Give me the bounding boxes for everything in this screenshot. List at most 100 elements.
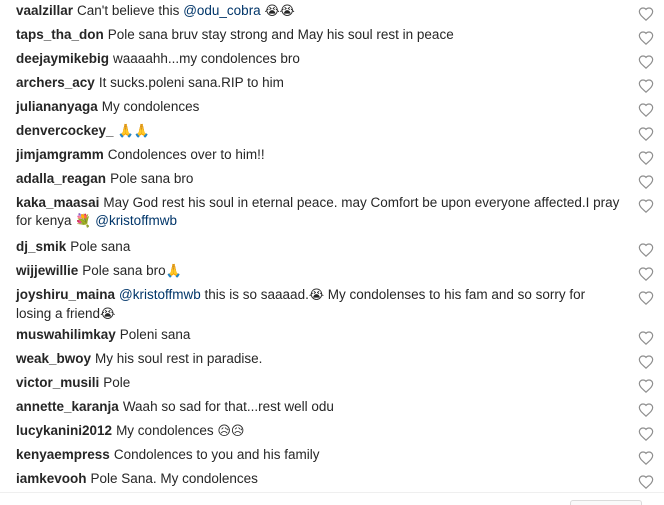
heart-outline-icon[interactable] bbox=[638, 30, 654, 46]
comment-text: denvercockey_ 🙏🙏 bbox=[16, 122, 624, 141]
comment-emoji: 😭 bbox=[100, 307, 116, 322]
comment-row: vaalzillar Can't believe this @odu_cobra … bbox=[0, 2, 664, 21]
comment-username[interactable]: deejaymikebig bbox=[16, 51, 109, 66]
comment-body: Can't believe this bbox=[77, 3, 184, 18]
heart-outline-icon[interactable] bbox=[638, 474, 654, 490]
heart-outline-icon[interactable] bbox=[638, 198, 654, 214]
post-button[interactable] bbox=[570, 500, 642, 505]
comment-mention[interactable]: @kristoffmwb bbox=[119, 287, 201, 302]
comment-body: Poleni sana bbox=[119, 327, 191, 342]
comment-body: My his soul rest in paradise. bbox=[95, 351, 263, 366]
comment-body: My condolences bbox=[116, 423, 218, 438]
heart-outline-icon[interactable] bbox=[638, 290, 654, 306]
comment-body: Pole Sana. My condolences bbox=[90, 471, 258, 486]
comment-emoji: 🙏🙏 bbox=[117, 124, 150, 139]
comment-username[interactable]: taps_tha_don bbox=[16, 27, 104, 42]
comment-mention[interactable]: @odu_cobra bbox=[183, 3, 261, 18]
heart-outline-icon[interactable] bbox=[638, 330, 654, 346]
comment-body: It sucks.poleni sana.RIP to him bbox=[98, 75, 284, 90]
comment-text: iamkevooh Pole Sana. My condolences bbox=[16, 470, 624, 488]
comment-row: jimjamgramm Condolences over to him!! bbox=[0, 146, 664, 166]
comment-emoji: 😭 bbox=[308, 288, 325, 303]
comment-body: Pole sana bbox=[70, 239, 131, 254]
comment-text: adalla_reagan Pole sana bro bbox=[16, 170, 624, 188]
comment-username[interactable]: kenyaempress bbox=[16, 447, 110, 462]
comment-username[interactable]: archers_acy bbox=[16, 75, 95, 90]
comment-body: Pole sana bro bbox=[82, 263, 166, 278]
comment-username[interactable]: dj_smik bbox=[16, 239, 66, 254]
comment-text: weak_bwoy My his soul rest in paradise. bbox=[16, 350, 624, 368]
heart-outline-icon[interactable] bbox=[638, 402, 654, 418]
comment-text: kenyaempress Condolences to you and his f… bbox=[16, 446, 624, 464]
comment-row: deejaymikebig waaaahh...my condolences br… bbox=[0, 50, 664, 70]
comment-row: kenyaempress Condolences to you and his f… bbox=[0, 446, 664, 466]
comment-username[interactable]: weak_bwoy bbox=[16, 351, 91, 366]
comment-row: juliananyaga My condolences bbox=[0, 98, 664, 118]
comment-username[interactable]: jimjamgramm bbox=[16, 147, 104, 162]
comment-row: joyshiru_maina @kristoffmwb this is so sa… bbox=[0, 286, 664, 324]
comment-username[interactable]: wijjewillie bbox=[16, 263, 78, 278]
comment-body: Waah so sad for that...rest well odu bbox=[122, 399, 334, 414]
heart-outline-icon[interactable] bbox=[638, 266, 654, 282]
comment-username[interactable]: kaka_maasai bbox=[16, 195, 99, 210]
divider bbox=[0, 492, 664, 493]
comment-row: taps_tha_don Pole sana bruv stay strong a… bbox=[0, 26, 664, 46]
comment-text: deejaymikebig waaaahh...my condolences br… bbox=[16, 50, 624, 68]
comment-text: vaalzillar Can't believe this @odu_cobra … bbox=[16, 2, 624, 21]
heart-outline-icon[interactable] bbox=[638, 378, 654, 394]
comment-text: dj_smik Pole sana bbox=[16, 238, 624, 256]
comment-mention[interactable]: @kristoffmwb bbox=[95, 213, 177, 228]
comment-text: archers_acy It sucks.poleni sana.RIP to h… bbox=[16, 74, 624, 92]
comment-body: Pole sana bro bbox=[110, 171, 194, 186]
heart-outline-icon[interactable] bbox=[638, 174, 654, 190]
heart-outline-icon[interactable] bbox=[638, 78, 654, 94]
heart-outline-icon[interactable] bbox=[638, 102, 654, 118]
comment-emoji: 💐 bbox=[75, 214, 92, 229]
heart-outline-icon[interactable] bbox=[638, 6, 654, 22]
comment-username[interactable]: lucykanini2012 bbox=[16, 423, 112, 438]
comment-text: juliananyaga My condolences bbox=[16, 98, 624, 116]
comment-body: Pole sana bruv stay strong and May his s… bbox=[107, 27, 454, 42]
comment-username[interactable]: muswahilimkay bbox=[16, 327, 116, 342]
comment-body: waaaahh...my condolences bro bbox=[113, 51, 300, 66]
comment-row: lucykanini2012 My condolences 😥😥 bbox=[0, 422, 664, 441]
comment-text: lucykanini2012 My condolences 😥😥 bbox=[16, 422, 624, 441]
comment-body: My condolences bbox=[101, 99, 200, 114]
heart-outline-icon[interactable] bbox=[638, 126, 654, 142]
comment-row: annette_karanja Waah so sad for that...re… bbox=[0, 398, 664, 418]
comment-row: kaka_maasai May God rest his soul in eter… bbox=[0, 194, 664, 231]
heart-outline-icon[interactable] bbox=[638, 426, 654, 442]
comment-row: archers_acy It sucks.poleni sana.RIP to h… bbox=[0, 74, 664, 94]
comment-text: kaka_maasai May God rest his soul in eter… bbox=[16, 194, 624, 231]
comment-text: annette_karanja Waah so sad for that...re… bbox=[16, 398, 624, 416]
comment-body: Condolences over to him!! bbox=[107, 147, 265, 162]
comment-body: Pole bbox=[103, 375, 131, 390]
comment-username[interactable]: juliananyaga bbox=[16, 99, 98, 114]
comment-row: denvercockey_ 🙏🙏 bbox=[0, 122, 664, 141]
comment-emoji: 😭😭 bbox=[264, 4, 295, 19]
comment-username[interactable]: joyshiru_maina bbox=[16, 287, 115, 302]
comment-emoji: 😥😥 bbox=[217, 424, 245, 439]
comment-row: weak_bwoy My his soul rest in paradise. bbox=[0, 350, 664, 370]
heart-outline-icon[interactable] bbox=[638, 54, 654, 70]
heart-outline-icon[interactable] bbox=[638, 150, 654, 166]
comment-username[interactable]: victor_musili bbox=[16, 375, 99, 390]
comment-row: wijjewillie Pole sana bro🙏 bbox=[0, 262, 664, 281]
comment-username[interactable]: iamkevooh bbox=[16, 471, 87, 486]
comment-body: this is so saaaad. bbox=[200, 287, 309, 302]
comment-text: jimjamgramm Condolences over to him!! bbox=[16, 146, 624, 164]
heart-outline-icon[interactable] bbox=[638, 450, 654, 466]
comment-username[interactable]: vaalzillar bbox=[16, 3, 73, 18]
heart-outline-icon[interactable] bbox=[638, 354, 654, 370]
comment-body: Condolences to you and his family bbox=[113, 447, 320, 462]
comment-emoji: 🙏 bbox=[165, 264, 182, 279]
comment-text: taps_tha_don Pole sana bruv stay strong a… bbox=[16, 26, 624, 44]
comment-username[interactable]: annette_karanja bbox=[16, 399, 119, 414]
heart-outline-icon[interactable] bbox=[638, 242, 654, 258]
comment-username[interactable]: adalla_reagan bbox=[16, 171, 106, 186]
comment-username[interactable]: denvercockey_ bbox=[16, 123, 114, 138]
comment-text: muswahilimkay Poleni sana bbox=[16, 326, 624, 344]
comment-text: wijjewillie Pole sana bro🙏 bbox=[16, 262, 624, 281]
comment-row: iamkevooh Pole Sana. My condolences bbox=[0, 470, 664, 490]
comment-row: adalla_reagan Pole sana bro bbox=[0, 170, 664, 190]
